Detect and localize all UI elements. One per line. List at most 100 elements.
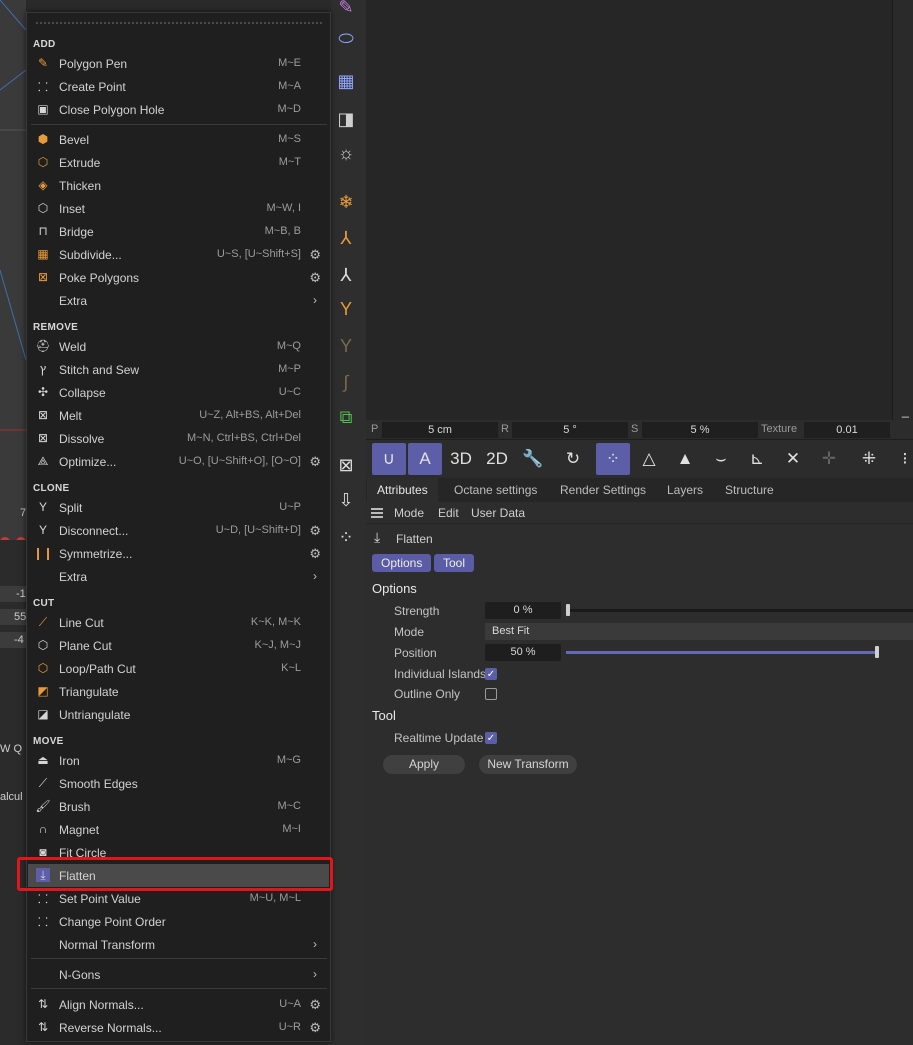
menu-item-triangulate[interactable]: ◩ Triangulate bbox=[28, 680, 329, 703]
position-field[interactable]: 50 % bbox=[485, 644, 561, 661]
boole-icon[interactable]: ⧉ bbox=[333, 404, 359, 430]
joint-icon[interactable]: ⅄ bbox=[333, 225, 359, 251]
spline-snap-icon[interactable]: ⌣ bbox=[704, 443, 738, 475]
symmetrize-options-gear-icon[interactable]: ⚙ bbox=[309, 546, 321, 562]
midpoint-snap-icon[interactable]: ✛ bbox=[812, 443, 846, 475]
position-slider-knob[interactable] bbox=[875, 646, 879, 658]
new-transform-button[interactable]: New Transform bbox=[479, 755, 577, 774]
menu-user-data[interactable]: User Data bbox=[471, 506, 525, 520]
menu-item-brush[interactable]: 🖌 Brush M~C bbox=[28, 795, 329, 818]
rotate-snap-icon[interactable]: ↻ bbox=[556, 443, 590, 475]
3d-snap-button[interactable]: 3D bbox=[444, 443, 478, 475]
menu-item-align-normals[interactable]: ⇅ Align Normals... U~A ⚙ bbox=[28, 993, 329, 1016]
2d-snap-button[interactable]: 2D bbox=[480, 443, 514, 475]
menu-item-dissolve[interactable]: ⊠ Dissolve M~N, Ctrl+BS, Ctrl+Del bbox=[28, 427, 329, 450]
spline-icon[interactable]: ✎ bbox=[333, 0, 359, 20]
menu-item-loop-path-cut[interactable]: ⬡ Loop/Path Cut K~L bbox=[28, 657, 329, 680]
menu-item-collapse[interactable]: ✣ Collapse U~C bbox=[28, 381, 329, 404]
menu-item-disconnect[interactable]: Y Disconnect... U~D, [U~Shift+D] ⚙ bbox=[28, 519, 329, 542]
menu-item-extra-clone[interactable]: Extra › bbox=[28, 565, 329, 588]
menu-item-normal-transform[interactable]: Normal Transform › bbox=[28, 933, 329, 956]
polygon-snap-icon[interactable]: ▲ bbox=[668, 443, 702, 475]
wrench-icon[interactable]: 🔧 bbox=[516, 443, 550, 475]
apply-button[interactable]: Apply bbox=[383, 755, 465, 774]
menu-item-plane-cut[interactable]: ⬡ Plane Cut K~J, M~J bbox=[28, 634, 329, 657]
menu-item-create-point[interactable]: ⸬ Create Point M~A bbox=[28, 75, 329, 98]
menu-item-bridge[interactable]: ⊓ Bridge M~B, B bbox=[28, 220, 329, 243]
optimize-options-gear-icon[interactable]: ⚙ bbox=[309, 454, 321, 470]
strength-slider-knob[interactable] bbox=[566, 604, 570, 616]
tab-octane-settings[interactable]: Octane settings bbox=[444, 478, 547, 502]
spline-ik-icon[interactable]: ∫ bbox=[333, 369, 359, 395]
axis-a-button[interactable]: A bbox=[408, 443, 442, 475]
menu-edit[interactable]: Edit bbox=[438, 506, 459, 520]
menu-item-extra-add[interactable]: Extra › bbox=[28, 289, 329, 312]
snowflake-icon[interactable]: ❄ bbox=[333, 189, 359, 215]
menu-item-bevel[interactable]: ⬢ Bevel M~S bbox=[28, 128, 329, 151]
menu-item-poke-polygons[interactable]: ⊠ Poke Polygons ⚙ bbox=[28, 266, 329, 289]
ik-chain-icon[interactable]: Y bbox=[333, 333, 359, 359]
menu-item-extrude[interactable]: ⬡ Extrude M~T bbox=[28, 151, 329, 174]
right-viewport[interactable] bbox=[366, 0, 893, 420]
menu-item-polygon-pen[interactable]: ✎ Polygon Pen M~E bbox=[28, 52, 329, 75]
poke-polygons-options-gear-icon[interactable]: ⚙ bbox=[309, 270, 321, 286]
menu-item-magnet[interactable]: ∩ Magnet M~I bbox=[28, 818, 329, 841]
texture-field[interactable]: 0.01 bbox=[804, 422, 890, 438]
points-icon[interactable]: ⁘ bbox=[333, 524, 359, 550]
individual-islands-checkbox[interactable]: ✓ bbox=[485, 668, 497, 680]
ik-icon[interactable]: Y bbox=[333, 296, 359, 322]
snap-magnet-icon[interactable]: ∪ bbox=[372, 443, 406, 475]
grid-snap-icon[interactable]: ⁜ bbox=[852, 443, 886, 475]
bone-icon[interactable]: ⅄ bbox=[333, 262, 359, 288]
s-field[interactable]: 5 % bbox=[642, 422, 758, 438]
menu-item-smooth-edges[interactable]: ⟋ Smooth Edges bbox=[28, 772, 329, 795]
menu-item-untriangulate[interactable]: ◪ Untriangulate bbox=[28, 703, 329, 726]
light-icon[interactable]: ☼ bbox=[333, 140, 359, 166]
menu-mode[interactable]: Mode bbox=[394, 506, 424, 520]
disconnect-options-gear-icon[interactable]: ⚙ bbox=[309, 523, 321, 539]
tab-structure[interactable]: Structure bbox=[715, 478, 784, 502]
tab-attributes[interactable]: Attributes bbox=[367, 478, 438, 502]
menu-item-stitch-and-sew[interactable]: ץ Stitch and Sew M~P bbox=[28, 358, 329, 381]
menu-item-melt[interactable]: ⊠ Melt U~Z, Alt+BS, Alt+Del bbox=[28, 404, 329, 427]
reverse-normals-options-gear-icon[interactable]: ⚙ bbox=[309, 1020, 321, 1036]
perpendicular-snap-icon[interactable]: ⊾ bbox=[740, 443, 774, 475]
outline-only-checkbox[interactable] bbox=[485, 688, 497, 700]
grid-icon[interactable]: ▦ bbox=[333, 68, 359, 94]
camera-icon[interactable]: ◨ bbox=[333, 106, 359, 132]
deformer-icon[interactable]: ⬭ bbox=[333, 25, 359, 51]
menu-item-optimize[interactable]: ⟁ Optimize... U~O, [U~Shift+O], [O~O] ⚙ bbox=[28, 450, 329, 473]
menu-item-inset[interactable]: ⬡ Inset M~W, I bbox=[28, 197, 329, 220]
strength-field[interactable]: 0 % bbox=[485, 602, 561, 619]
menu-item-split[interactable]: Y Split U~P bbox=[28, 496, 329, 519]
menu-item-line-cut[interactable]: ⟋ Line Cut K~K, M~K bbox=[28, 611, 329, 634]
tab-layers[interactable]: Layers bbox=[657, 478, 713, 502]
align-normals-options-gear-icon[interactable]: ⚙ bbox=[309, 997, 321, 1013]
menu-item-symmetrize[interactable]: ❙❙ Symmetrize... ⚙ bbox=[28, 542, 329, 565]
uv-icon[interactable]: ⊠ bbox=[333, 452, 359, 478]
vertex-snap-icon[interactable]: ⁘ bbox=[596, 443, 630, 475]
position-slider[interactable] bbox=[566, 646, 879, 658]
tool-tab-button[interactable]: Tool bbox=[434, 554, 475, 572]
workplane-snap-icon[interactable]: ⁝ bbox=[888, 443, 913, 475]
options-tab-button[interactable]: Options bbox=[372, 554, 432, 572]
hamburger-icon[interactable] bbox=[371, 508, 383, 518]
menu-item-reverse-normals[interactable]: ⇅ Reverse Normals... U~R ⚙ bbox=[28, 1016, 329, 1039]
menu-item-weld[interactable]: ⛑ Weld M~Q bbox=[28, 335, 329, 358]
panel-tab-label[interactable]: W Q bbox=[0, 743, 22, 755]
menu-item-iron[interactable]: ⏏ Iron M~G bbox=[28, 749, 329, 772]
menu-item-change-point-order[interactable]: ⸬ Change Point Order bbox=[28, 910, 329, 933]
subdivide-options-gear-icon[interactable]: ⚙ bbox=[309, 247, 321, 263]
strength-slider[interactable] bbox=[566, 604, 913, 616]
coord-field-1[interactable]: -1 bbox=[0, 586, 26, 602]
intersection-snap-icon[interactable]: ✕ bbox=[776, 443, 810, 475]
coord-field-3[interactable]: -4 bbox=[0, 632, 26, 648]
tab-render-settings[interactable]: Render Settings bbox=[550, 478, 656, 502]
edge-snap-icon[interactable]: △ bbox=[632, 443, 666, 475]
p-field[interactable]: 5 cm bbox=[382, 422, 498, 438]
mode-dropdown[interactable]: Best Fit bbox=[485, 623, 913, 640]
menu-tear-off-grip[interactable] bbox=[35, 21, 323, 25]
realtime-update-checkbox[interactable]: ✓ bbox=[485, 732, 497, 744]
left-viewport[interactable]: 7 bbox=[0, 0, 26, 540]
r-field[interactable]: 5 ° bbox=[512, 422, 628, 438]
